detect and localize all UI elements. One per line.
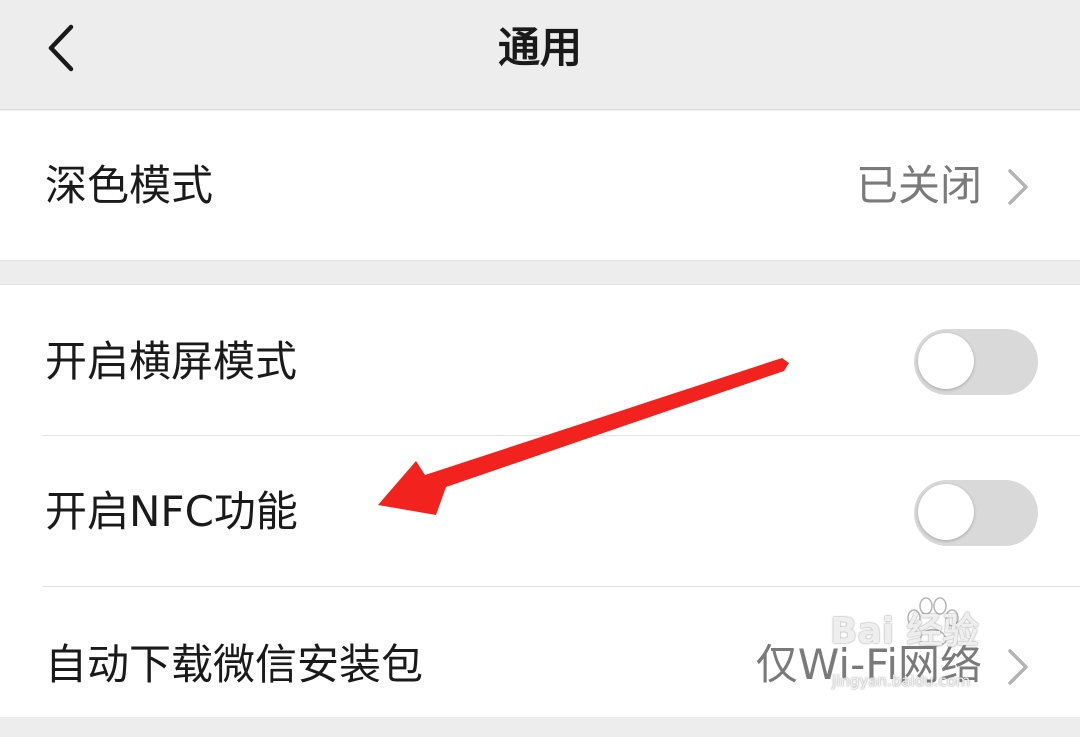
navigation-bar: 通用 xyxy=(0,0,1080,110)
settings-group-display: 深色模式 已关闭 xyxy=(0,111,1080,261)
nfc-label: 开启NFC功能 xyxy=(45,487,298,536)
toggle-knob xyxy=(918,484,974,540)
landscape-mode-toggle[interactable] xyxy=(914,329,1038,395)
nfc-toggle[interactable] xyxy=(914,480,1038,546)
auto-download-label: 自动下载微信安装包 xyxy=(45,640,424,689)
auto-download-value: 仅Wi-Fi网络 xyxy=(755,640,982,689)
dark-mode-value: 已关闭 xyxy=(855,161,982,210)
chevron-right-icon xyxy=(1008,169,1028,205)
page-title: 通用 xyxy=(497,23,582,72)
landscape-mode-row: 开启横屏模式 xyxy=(0,285,1080,435)
dark-mode-row[interactable]: 深色模式 已关闭 xyxy=(0,111,1080,261)
toggle-knob xyxy=(918,333,974,389)
landscape-mode-label: 开启横屏模式 xyxy=(45,337,298,386)
chevron-right-icon xyxy=(1008,649,1028,685)
settings-group-general: 开启横屏模式 开启NFC功能 自动下载微信安装包 仅Wi-Fi网络 xyxy=(0,284,1080,717)
nfc-row: 开启NFC功能 xyxy=(0,436,1080,586)
auto-download-row[interactable]: 自动下载微信安装包 仅Wi-Fi网络 xyxy=(0,587,1080,737)
dark-mode-label: 深色模式 xyxy=(45,161,214,210)
